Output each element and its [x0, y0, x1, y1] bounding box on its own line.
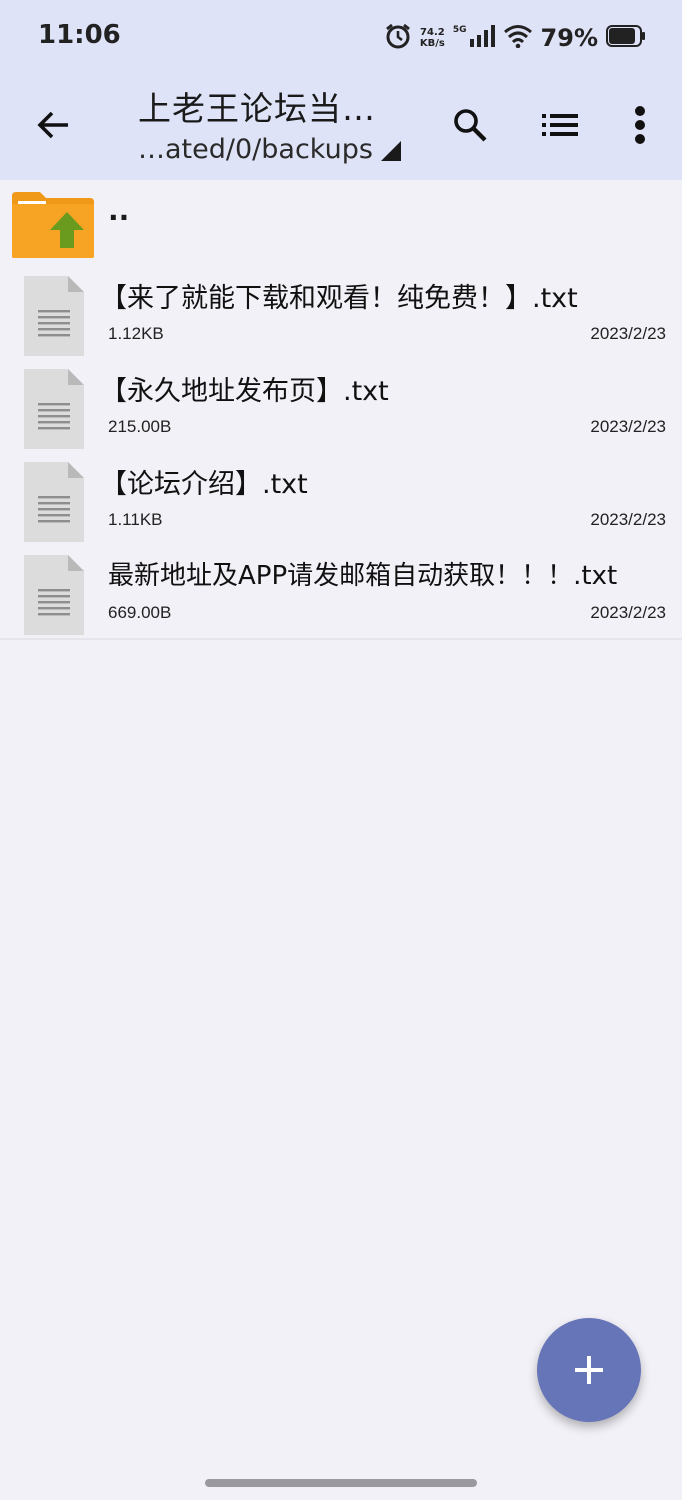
file-name: 最新地址及APP请发邮箱自动获取！！！.txt [108, 561, 618, 591]
text-file-icon [22, 367, 86, 455]
file-row[interactable]: 【永久地址发布页】.txt 215.00B 2023/2/23 [0, 359, 682, 452]
location-title-block[interactable]: 上老王论坛当… …ated/0/backups [138, 82, 428, 165]
file-row[interactable]: 最新地址及APP请发邮箱自动获取！！！.txt 669.00B 2023/2/2… [0, 545, 682, 638]
status-icons: 74.2 KB/s 5G 79% [384, 18, 646, 58]
file-name: 【永久地址发布页】.txt [100, 376, 389, 407]
folder-up-icon [10, 190, 96, 264]
alarm-icon [384, 22, 412, 54]
file-row[interactable]: 【论坛介绍】.txt 1.11KB 2023/2/23 [0, 452, 682, 545]
page-title: 上老王论坛当… [138, 89, 376, 128]
parent-directory-label: .. [108, 194, 130, 227]
search-icon [454, 109, 487, 142]
file-size: 1.12KB [108, 324, 164, 343]
home-indicator[interactable] [205, 1479, 477, 1487]
list-divider [0, 638, 682, 640]
file-name: 【论坛介绍】.txt [100, 469, 308, 500]
file-size: 1.11KB [108, 510, 163, 529]
view-mode-button[interactable] [532, 96, 588, 154]
back-button[interactable] [24, 96, 82, 154]
dropdown-triangle-icon [380, 141, 401, 161]
list-view-icon [542, 114, 578, 136]
file-date: 2023/2/23 [590, 603, 666, 622]
wifi-icon [503, 24, 533, 52]
network-type: 5G [452, 25, 467, 35]
file-list: .. 【来了就能下载和观看！纯免费！】.txt 1.12KB 2023/2/23 [0, 180, 682, 640]
file-row[interactable]: 【来了就能下载和观看！纯免费！】.txt 1.12KB 2023/2/23 [0, 266, 682, 359]
text-file-icon [22, 553, 86, 641]
more-options-button[interactable] [612, 96, 668, 154]
more-vertical-icon [635, 106, 645, 144]
search-button[interactable] [442, 96, 498, 154]
app-header: 11:06 74.2 KB/s 5G 79% 上老王论坛当… …ated/0/b… [0, 0, 682, 180]
status-clock: 11:06 [38, 20, 121, 50]
parent-directory-row[interactable]: .. [0, 180, 682, 266]
file-name: 【来了就能下载和观看！纯免费！】.txt [100, 283, 578, 314]
battery-percent: 79% [540, 24, 598, 52]
network-speed-unit: KB/s [419, 38, 445, 49]
file-size: 669.00B [108, 603, 172, 622]
text-file-icon [22, 274, 86, 362]
toolbar: 上老王论坛当… …ated/0/backups [0, 76, 682, 180]
network-speed-value: 74.2 [420, 27, 445, 38]
status-bar: 11:06 74.2 KB/s 5G 79% [0, 0, 682, 76]
battery-icon [606, 24, 646, 52]
add-button[interactable] [537, 1318, 641, 1422]
file-size: 215.00B [108, 417, 172, 436]
signal-icon [469, 25, 495, 51]
file-date: 2023/2/23 [590, 324, 666, 343]
file-date: 2023/2/23 [590, 510, 666, 529]
current-path: …ated/0/backups [138, 134, 373, 165]
path-dropdown[interactable]: …ated/0/backups [138, 134, 428, 165]
file-date: 2023/2/23 [590, 417, 666, 436]
network-speed: 74.2 KB/s [420, 27, 445, 49]
plus-icon [575, 1356, 603, 1384]
text-file-icon [22, 460, 86, 548]
arrow-left-icon [37, 111, 68, 139]
